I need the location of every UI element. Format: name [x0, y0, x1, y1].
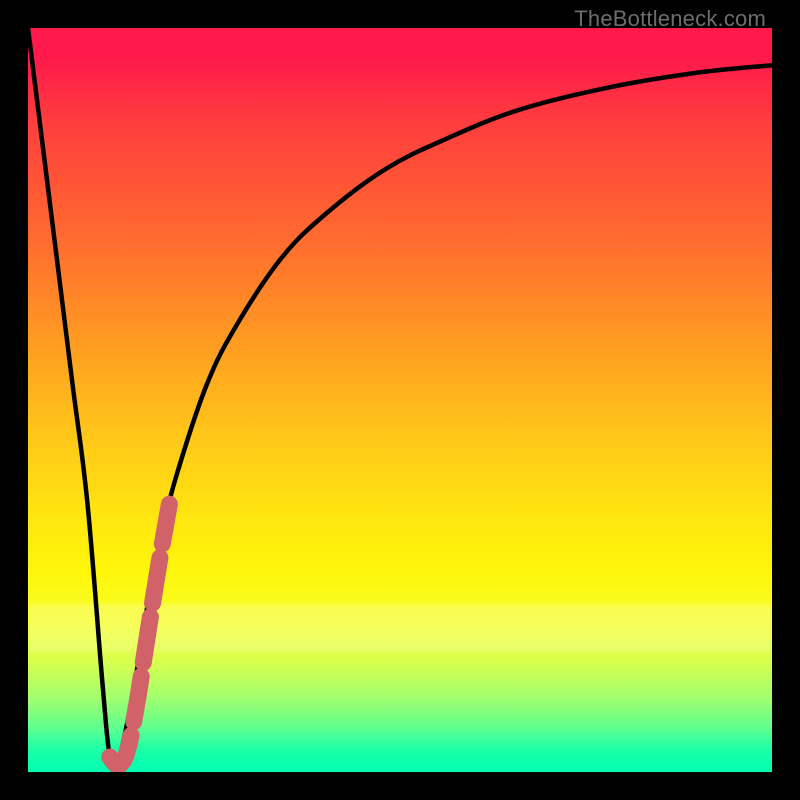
plot-area	[28, 28, 772, 772]
curve-layer	[28, 28, 772, 772]
watermark-text: TheBottleneck.com	[574, 6, 766, 32]
chart-frame: TheBottleneck.com	[0, 0, 800, 800]
highlight-segment	[110, 504, 170, 765]
